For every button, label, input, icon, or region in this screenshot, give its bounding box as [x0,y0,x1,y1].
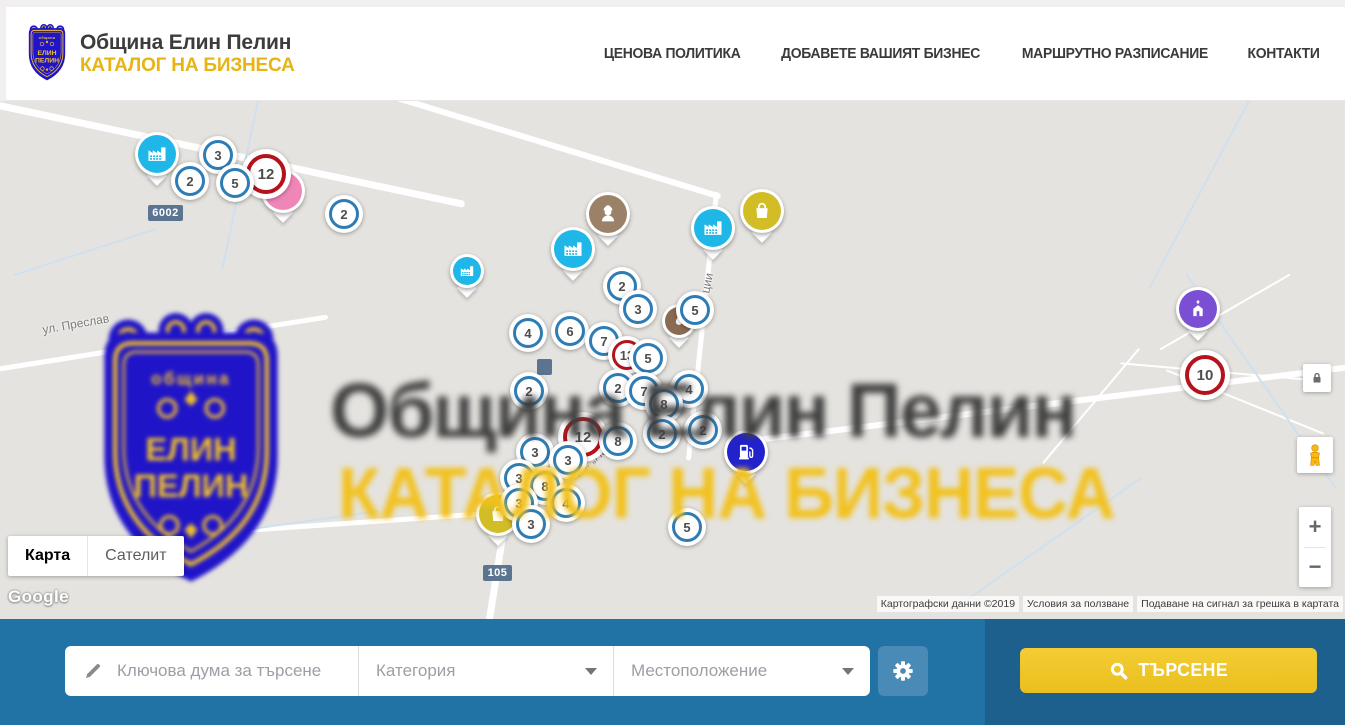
cluster-marker[interactable]: 8 [599,422,637,460]
chevron-down-icon [585,668,597,675]
svg-text:община: община [39,36,56,40]
map-attribution: Картографски данни ©2019 Условия за полз… [877,596,1343,612]
bag-icon [743,192,781,230]
zoom-control: + − [1299,507,1331,587]
cluster-marker[interactable]: 3 [619,290,657,328]
church-icon [1179,290,1217,328]
chevron-down-icon [842,668,854,675]
cluster-marker[interactable]: 4 [547,484,585,522]
keyword-search-input[interactable] [117,661,347,681]
search-button[interactable]: ТЪРСЕНЕ [1020,648,1317,693]
google-map[interactable]: ул. Преславциибул. „Новосел 6002105 3212… [0,101,1345,619]
cluster-marker[interactable]: 5 [676,291,714,329]
main-nav: ЦЕНОВА ПОЛИТИКА ДОБАВЕТЕ ВАШИЯТ БИЗНЕС М… [601,46,1321,62]
svg-text:ЕЛИН: ЕЛИН [37,49,56,56]
nav-contacts[interactable]: КОНТАКТИ [1247,46,1319,62]
cluster-marker[interactable]: 3 [512,505,550,543]
zoom-in-button[interactable]: + [1299,507,1331,547]
map-type-map-button[interactable]: Карта [8,536,87,576]
map-pin-worker[interactable] [586,192,630,236]
map-pin-factory[interactable] [551,227,595,271]
cluster-marker[interactable]: 5 [216,164,254,202]
map-pin-factory[interactable] [135,132,179,176]
brand[interactable]: община ЕЛИН ПЕЛИН Община Елин Пелин КАТА… [24,24,295,84]
fuel-icon [727,433,765,471]
site-title: Община Елин Пелин [80,31,295,55]
street-view-pegman-button[interactable] [1297,437,1333,473]
municipality-crest-logo: община ЕЛИН ПЕЛИН [24,24,70,84]
map-pin-factory[interactable] [691,206,735,250]
worker-icon [589,195,627,233]
cluster-marker[interactable]: 2 [171,162,209,200]
map-pin-factory[interactable] [450,254,484,288]
map-pin-bag[interactable] [740,189,784,233]
map-copyright: Картографски данни ©2019 [877,596,1019,612]
cluster-marker[interactable]: 2 [325,195,363,233]
factory-icon [138,135,176,173]
factory-icon [554,230,592,268]
cluster-marker[interactable]: 10 [1180,350,1230,400]
map-pin-fuel[interactable] [724,430,768,474]
pencil-icon [83,661,103,681]
cluster-marker[interactable]: 2 [684,411,722,449]
pegman-icon [1304,443,1326,467]
search-bar: Категория Местоположение [0,619,1345,725]
advanced-settings-button[interactable] [878,646,928,696]
google-logo[interactable]: Google [8,587,69,607]
cluster-marker[interactable]: 6 [551,312,589,350]
cluster-marker[interactable]: 4 [509,314,547,352]
search-panel: Категория Местоположение [65,646,870,696]
cluster-marker[interactable]: 2 [643,415,681,453]
cluster-marker[interactable]: 5 [629,339,667,377]
category-dropdown[interactable]: Категория [358,646,613,696]
report-error-link[interactable]: Подаване на сигнал за грешка в картата [1137,596,1343,612]
search-icon [1109,661,1129,681]
cluster-marker[interactable]: 5 [668,508,706,546]
location-dropdown[interactable]: Местоположение [613,646,870,696]
factory-icon [453,257,481,285]
nav-add-your-business[interactable]: ДОБАВЕТЕ ВАШИЯТ БИЗНЕС [781,46,980,62]
svg-text:ПЕЛИН: ПЕЛИН [35,57,59,64]
category-dropdown-value: Категория [376,661,455,681]
map-type-satellite-button[interactable]: Сателит [87,536,183,576]
lock-control-button[interactable] [1303,364,1331,392]
factory-icon [694,209,732,247]
map-pin-church[interactable] [1176,287,1220,331]
nav-route-timetable[interactable]: МАРШРУТНО РАЗПИСАНИЕ [1022,46,1208,62]
search-button-label: ТЪРСЕНЕ [1138,660,1228,681]
nav-pricing-policy[interactable]: ЦЕНОВА ПОЛИТИКА [603,46,740,62]
header: община ЕЛИН ПЕЛИН Община Елин Пелин КАТА… [0,0,1345,101]
zoom-out-button[interactable]: − [1299,548,1331,588]
location-dropdown-value: Местоположение [631,661,767,681]
lock-icon [1309,370,1325,386]
cluster-marker[interactable]: 2 [510,372,548,410]
gear-icon [890,658,916,684]
map-type-control: Карта Сателит [8,536,184,576]
terms-link[interactable]: Условия за ползване [1023,596,1133,612]
keyword-section [65,646,358,696]
site-subtitle: КАТАЛОГ НА БИЗНЕСА [80,55,295,76]
